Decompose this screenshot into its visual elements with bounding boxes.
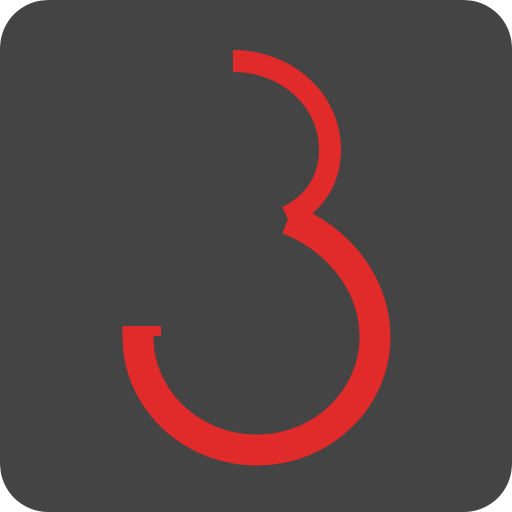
logo-three-icon [0, 0, 512, 512]
app-icon-tile[interactable] [0, 0, 512, 512]
three-bottom-tail [123, 326, 161, 336]
three-top-serif [233, 51, 242, 71]
